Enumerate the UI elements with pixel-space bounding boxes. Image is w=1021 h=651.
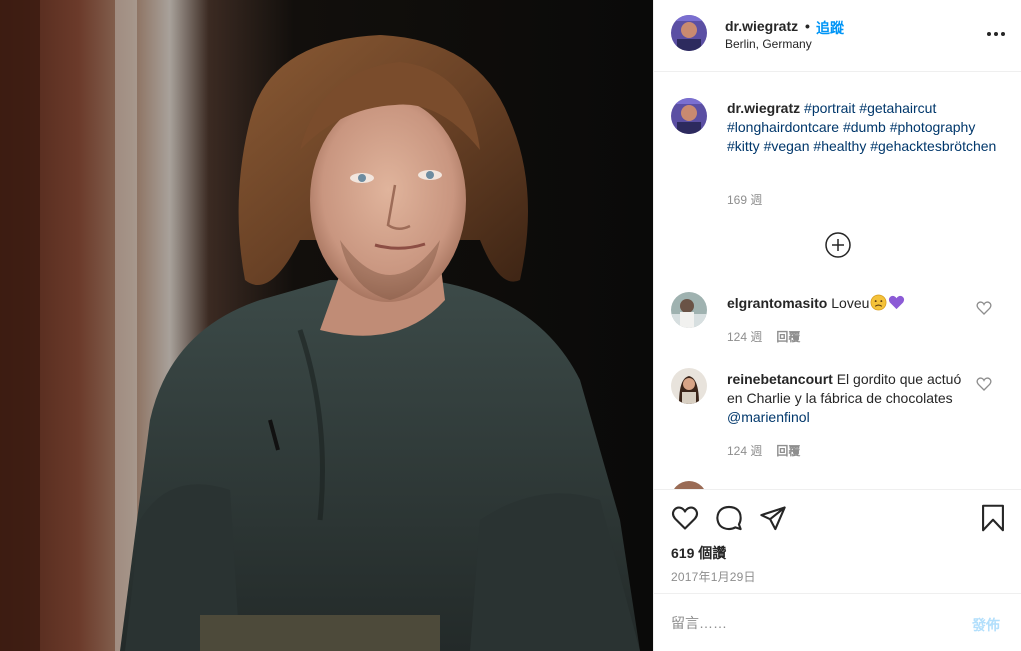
author-username[interactable]: dr.wiegratz	[725, 18, 798, 34]
share-icon[interactable]	[759, 504, 787, 532]
post-actions: 619 個讚 2017年1月29日	[654, 489, 1021, 593]
hashtag-link[interactable]: #dumb	[843, 119, 886, 135]
hashtag-link[interactable]: #portrait	[804, 100, 855, 116]
post-date[interactable]: 2017年1月29日	[671, 568, 756, 585]
reply-button[interactable]: 回覆	[776, 444, 800, 458]
comment-input[interactable]	[671, 613, 941, 633]
hashtag-link[interactable]: #vegan	[764, 138, 810, 154]
comment-icon[interactable]	[715, 504, 743, 532]
reply-button[interactable]: 回覆	[776, 330, 800, 344]
mention-link[interactable]: @marienfinol	[727, 409, 810, 425]
hashtag-link[interactable]: #photography	[890, 119, 976, 135]
hashtag-link[interactable]: #healthy	[813, 138, 866, 154]
header-separator: •	[805, 18, 810, 34]
comment-meta: 124 週回覆	[727, 442, 800, 459]
caption-username[interactable]: dr.wiegratz	[727, 100, 800, 116]
post-photo[interactable]	[0, 0, 653, 651]
author-avatar[interactable]	[671, 15, 707, 51]
comment-like-heart-icon[interactable]	[976, 300, 992, 316]
hashtag-link[interactable]: #getahaircut	[859, 100, 936, 116]
post-header: dr.wiegratz • 追蹤 Berlin, Germany	[654, 0, 1021, 72]
commenter-avatar[interactable]	[671, 481, 707, 489]
follow-button[interactable]: 追蹤	[816, 18, 844, 38]
heart-icon[interactable]	[671, 504, 699, 532]
instagram-post-modal: dr.wiegratz • 追蹤 Berlin, Germany dr.wieg…	[0, 0, 1021, 651]
commenter-avatar[interactable]	[671, 292, 707, 328]
plus-circle-icon[interactable]	[824, 231, 852, 259]
hashtag-link[interactable]: #kitty	[727, 138, 760, 154]
hashtag-link[interactable]: #gehacktesbrötchen	[870, 138, 996, 154]
portrait-image	[0, 0, 653, 651]
comment-timestamp[interactable]: 124 週	[727, 330, 762, 344]
post-comment-button[interactable]: 發佈	[972, 615, 1000, 635]
post-details-panel: dr.wiegratz • 追蹤 Berlin, Germany dr.wieg…	[653, 0, 1021, 651]
more-options-icon[interactable]	[985, 24, 1007, 44]
commenter-username[interactable]: elgrantomasito	[727, 295, 827, 311]
post-location[interactable]: Berlin, Germany	[725, 37, 812, 51]
caption-author-avatar[interactable]	[671, 98, 707, 134]
comment-meta: 124 週回覆	[727, 328, 800, 345]
likes-count[interactable]: 619 個讚	[671, 543, 726, 563]
caption-timestamp[interactable]: 169 週	[727, 191, 762, 208]
purple-heart-emoji	[889, 295, 905, 310]
hashtag-link[interactable]: #longhairdontcare	[727, 119, 839, 135]
comment-timestamp[interactable]: 124 週	[727, 444, 762, 458]
commenter-avatar[interactable]	[671, 368, 707, 404]
comment-text: elgrantomasito Loveu	[727, 294, 967, 313]
caption-text: dr.wiegratz #portrait #getahaircut #long…	[727, 99, 997, 156]
comments-list[interactable]: dr.wiegratz #portrait #getahaircut #long…	[654, 73, 1021, 489]
bookmark-icon[interactable]	[979, 504, 1007, 532]
add-comment-bar: 發佈	[654, 593, 1021, 651]
comment-body: Loveu	[831, 295, 870, 311]
sad-face-emoji	[870, 294, 887, 311]
comment-text: reinebetancourt El gordito que actuó en …	[727, 370, 967, 427]
comment-like-heart-icon[interactable]	[976, 376, 992, 392]
commenter-username[interactable]: reinebetancourt	[727, 371, 833, 387]
